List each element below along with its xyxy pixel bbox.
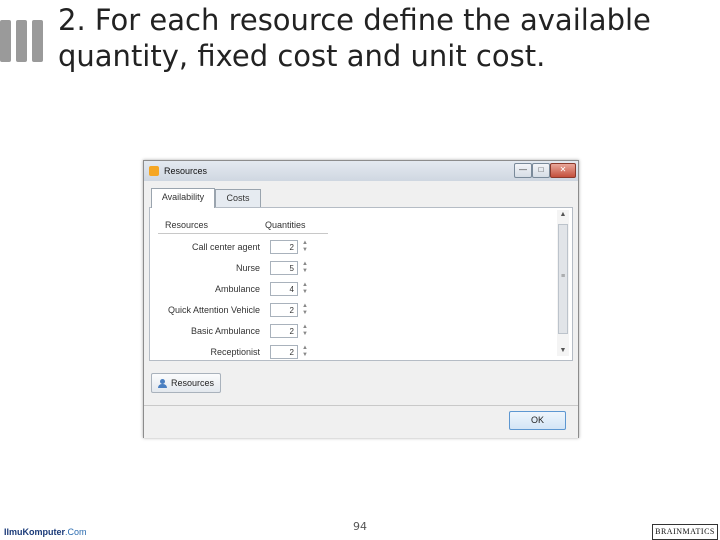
slide-title: 2. For each resource define the availabl… (58, 3, 651, 73)
window-titlebar[interactable]: Resources — □ ✕ (144, 161, 578, 181)
scroll-down-icon[interactable]: ▼ (557, 346, 569, 356)
spin-up-icon[interactable]: ▲ (300, 324, 310, 331)
spin-down-icon[interactable]: ▼ (300, 289, 310, 296)
resources-button[interactable]: Resources (151, 373, 221, 393)
resource-label: Receptionist (210, 347, 260, 357)
maximize-button[interactable]: □ (532, 163, 550, 178)
resource-label: Quick Attention Vehicle (167, 305, 260, 315)
page-number: 94 (353, 520, 367, 533)
tab-costs[interactable]: Costs (215, 189, 261, 207)
spin-up-icon[interactable]: ▲ (300, 282, 310, 289)
close-button[interactable]: ✕ (550, 163, 576, 178)
vertical-scrollbar[interactable]: ▲ ≡ ▼ (557, 210, 569, 356)
spin-up-icon[interactable]: ▲ (300, 240, 310, 247)
logo-main-text: IlmuKomputer (4, 527, 66, 537)
spin-down-icon[interactable]: ▼ (300, 310, 310, 317)
spin-down-icon[interactable]: ▼ (300, 268, 310, 275)
column-header-resources: Resources (165, 220, 209, 230)
ok-button[interactable]: OK (509, 411, 566, 430)
spin-up-icon[interactable]: ▲ (300, 345, 310, 352)
quantity-stepper[interactable]: ▲ ▼ (300, 282, 310, 296)
resources-button-label: Resources (171, 378, 215, 388)
quantity-stepper[interactable]: ▲ ▼ (300, 240, 310, 254)
minimize-button[interactable]: — (514, 163, 532, 178)
quantity-stepper[interactable]: ▲ ▼ (300, 261, 310, 275)
resources-window: Resources — □ ✕ Availability Costs Resou… (143, 160, 579, 438)
app-icon (149, 166, 159, 176)
logo-suffix-text: .Com (65, 527, 87, 537)
tab-availability[interactable]: Availability (151, 188, 215, 208)
window-title: Resources (164, 166, 208, 176)
spin-up-icon[interactable]: ▲ (300, 303, 310, 310)
quantity-stepper[interactable]: ▲ ▼ (300, 345, 310, 359)
ilmukomputer-logo: IlmuKomputer.Com (4, 527, 87, 537)
spin-down-icon[interactable]: ▼ (300, 331, 310, 338)
quantity-input[interactable]: 5 (270, 261, 298, 275)
column-header-quantities: Quantities (265, 220, 306, 230)
brainmatics-logo: BRAINMATICS (652, 524, 718, 540)
resource-label: Nurse (235, 263, 260, 273)
quantity-stepper[interactable]: ▲ ▼ (300, 324, 310, 338)
spin-down-icon[interactable]: ▼ (300, 247, 310, 254)
quantity-input[interactable]: 2 (270, 324, 298, 338)
quantity-input[interactable]: 4 (270, 282, 298, 296)
availability-panel: Resources Quantities Call center agent 2… (149, 207, 573, 361)
quantity-input[interactable]: 2 (270, 345, 298, 359)
header-divider (158, 233, 328, 234)
resource-label: Basic Ambulance (190, 326, 260, 336)
quantity-input[interactable]: 2 (270, 240, 298, 254)
slide-decoration (0, 20, 48, 62)
user-icon (158, 379, 167, 388)
spin-down-icon[interactable]: ▼ (300, 352, 310, 359)
resource-label: Ambulance (214, 284, 260, 294)
spin-up-icon[interactable]: ▲ (300, 261, 310, 268)
scrollbar-thumb[interactable]: ≡ (558, 224, 568, 334)
quantity-input[interactable]: 2 (270, 303, 298, 317)
resource-label: Call center agent (191, 242, 260, 252)
scroll-up-icon[interactable]: ▲ (557, 210, 569, 220)
quantity-stepper[interactable]: ▲ ▼ (300, 303, 310, 317)
grip-icon: ≡ (561, 273, 566, 280)
window-footer: OK (144, 405, 578, 438)
